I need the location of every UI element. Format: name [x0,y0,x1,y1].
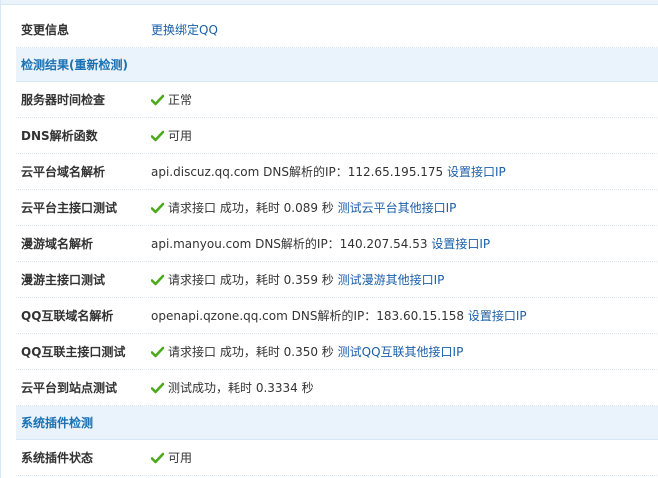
section-title: 系统插件检测 [16,405,658,440]
set-interface-ip-link[interactable]: 设置接口IP [431,237,490,251]
table-row: 服务器时间检查 正常 [16,81,658,118]
table-row: 漫游主接口测试 请求接口 成功，耗时 0.359 秒 测试漫游其他接口IP [16,261,658,298]
row-value: openapi.qzone.qq.com DNS解析的IP：183.60.15.… [151,309,465,323]
test-qq-other-ip-link[interactable]: 测试QQ互联其他接口IP [338,345,464,359]
check-icon [151,94,164,106]
section-title[interactable]: 检测结果(重新检测) [16,47,658,82]
row-label: 云平台域名解析 [16,153,151,190]
row-label: 变更信息 [16,12,151,48]
table-row: 漫游域名解析 api.manyou.com DNS解析的IP：140.207.5… [16,225,658,262]
check-icon [151,202,164,214]
row-value: 请求接口 成功，耗时 0.359 秒 [168,273,334,287]
row-value: 可用 [168,129,193,143]
check-icon [151,274,164,286]
set-interface-ip-link[interactable]: 设置接口IP [468,309,527,323]
check-icon [151,130,164,142]
row-label: 漫游主接口测试 [16,261,151,298]
diagnostics-panel: 变更信息 更换绑定QQ 检测结果(重新检测) 服务器时间检查 正常 DNS解析函… [0,0,658,478]
row-value: 可用 [168,451,193,465]
check-icon [151,382,164,394]
table-row: 云平台域名解析 api.discuz.qq.com DNS解析的IP：112.6… [16,153,658,190]
check-icon [151,346,164,358]
row-value: 请求接口 成功，耗时 0.089 秒 [168,201,334,215]
row-value: 测试成功，耗时 0.3334 秒 [168,381,314,395]
table-row: 变更信息 更换绑定QQ [16,12,658,48]
table-row: QQ互联主接口测试 请求接口 成功，耗时 0.350 秒 测试QQ互联其他接口I… [16,333,658,370]
row-value: api.manyou.com DNS解析的IP：140.207.54.53 [151,237,428,251]
row-label: QQ互联主接口测试 [16,333,151,370]
row-value: api.discuz.qq.com DNS解析的IP：112.65.195.17… [151,165,444,179]
test-manyou-other-ip-link[interactable]: 测试漫游其他接口IP [338,273,445,287]
test-cloud-other-ip-link[interactable]: 测试云平台其他接口IP [338,201,457,215]
rebind-qq-link[interactable]: 更换绑定QQ [151,23,218,37]
row-label: 系统插件状态 [16,439,151,476]
section-header-plugin-check: 系统插件检测 [16,405,658,440]
table-row: DNS解析函数 可用 [16,117,658,154]
row-value: 请求接口 成功，耗时 0.350 秒 [168,345,334,359]
set-interface-ip-link[interactable]: 设置接口IP [447,165,506,179]
table-row: 系统插件状态 可用 [16,439,658,476]
row-label: QQ互联域名解析 [16,297,151,334]
table-row: 云平台主接口测试 请求接口 成功，耗时 0.089 秒 测试云平台其他接口IP [16,189,658,226]
row-label: 云平台主接口测试 [16,189,151,226]
table-row: 云平台到站点测试 测试成功，耗时 0.3334 秒 [16,369,658,406]
diagnostics-table: 变更信息 更换绑定QQ 检测结果(重新检测) 服务器时间检查 正常 DNS解析函… [16,12,658,476]
top-border [1,0,658,5]
check-icon [151,452,164,464]
row-label: 服务器时间检查 [16,81,151,118]
section-header-check-results: 检测结果(重新检测) [16,47,658,82]
row-label: 漫游域名解析 [16,225,151,262]
row-value: 正常 [168,93,193,107]
table-row: QQ互联域名解析 openapi.qzone.qq.com DNS解析的IP：1… [16,297,658,334]
row-label: DNS解析函数 [16,117,151,154]
row-label: 云平台到站点测试 [16,369,151,406]
